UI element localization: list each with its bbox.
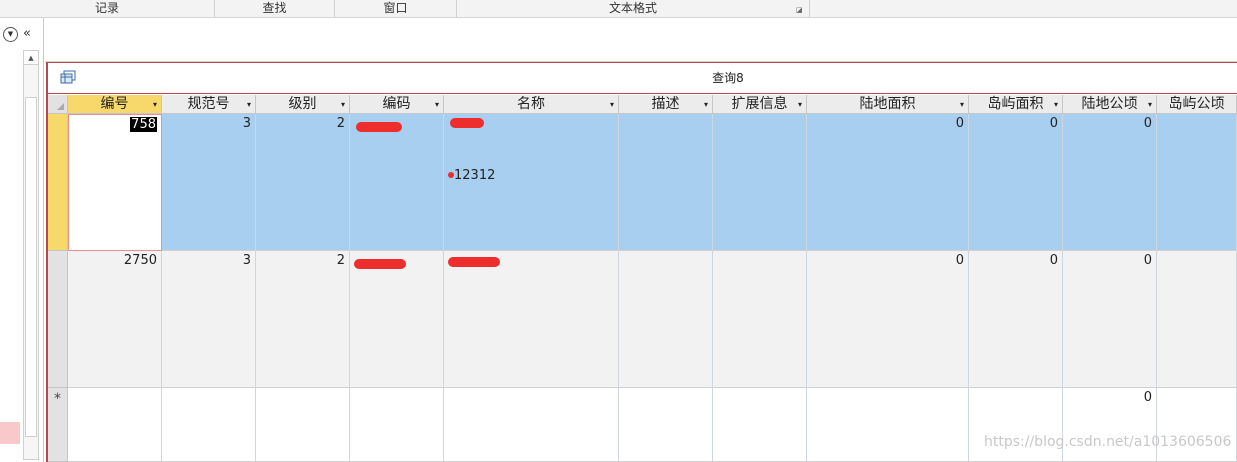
redaction-mark [354,259,406,269]
document-title: 查询8 [712,71,744,85]
column-header-label: 编码 [382,96,411,112]
cell-ludi-mianji[interactable]: 0 [807,114,969,251]
scroll-up-icon[interactable]: ▲ [24,51,38,65]
cell-guifanhao[interactable]: 3 [162,114,256,251]
cell-jibie[interactable] [256,388,350,462]
circle-chevron-down-icon[interactable]: ▼ [3,27,18,42]
column-header-daoyu-gongqing[interactable]: 岛屿公顷 [1157,95,1237,114]
cell-ludi-gongqing[interactable]: 0 [1063,251,1157,388]
redaction-mark [448,172,454,178]
cell-daoyu-gongqing[interactable] [1157,251,1237,388]
column-header-label: 陆地面积 [859,96,916,112]
column-header-label: 陆地公顷 [1081,96,1138,112]
cell-bianhao[interactable]: 2750 [68,251,162,388]
chevron-down-icon[interactable]: ▾ [341,96,345,114]
cell-bianhao[interactable]: 758 [68,114,162,251]
collapse-pane-icon[interactable]: « [23,26,31,41]
column-header-ludi-mianji[interactable]: 陆地面积 ▾ [807,95,969,114]
column-header-label: 描述 [651,96,680,112]
ribbon-group-find: 查找 [215,0,335,17]
new-record-selector[interactable]: * [48,388,68,462]
cell-ludi-mianji[interactable]: 0 [807,251,969,388]
cell-daoyu-mianji[interactable]: 0 [969,251,1063,388]
column-header-label: 名称 [517,96,545,112]
ribbon-group-records: 记录 [0,0,215,17]
redaction-mark [450,118,484,128]
cell-kuozhan[interactable] [713,114,807,251]
cell-daoyu-gongqing[interactable] [1157,114,1237,251]
cell-kuozhan[interactable] [713,251,807,388]
cell-mingcheng-second-line: 12312 [454,168,496,183]
cell-guifanhao[interactable]: 3 [162,251,256,388]
cell-bianhao[interactable] [68,388,162,462]
cell-value: 758 [130,117,157,132]
chevron-down-icon[interactable]: ▾ [1054,96,1058,114]
ribbon-group-window: 窗口 [335,0,457,17]
chevron-down-icon[interactable]: ▾ [247,96,251,114]
column-header-label: 扩展信息 [731,96,788,112]
column-header-jibie[interactable]: 级别 ▾ [256,95,350,114]
column-header-label: 规范号 [187,96,230,112]
column-header-label: 岛屿面积 [987,96,1044,112]
column-header-label: 岛屿公顷 [1168,96,1225,112]
column-header-guifanhao[interactable]: 规范号 ▾ [162,95,256,114]
watermark: https://blog.csdn.net/a1013606506 [984,434,1232,450]
cell-daoyu-mianji[interactable] [969,388,1063,462]
scroll-thumb[interactable] [25,97,37,437]
column-header-bianma[interactable]: 编码 ▾ [350,95,444,114]
chevron-down-icon[interactable]: ▾ [704,96,708,114]
column-header-label: 编号 [100,96,129,112]
cell-kuozhan[interactable] [713,388,807,462]
ribbon-group-bar: 记录 查找 窗口 文本格式 ◪ [0,0,1237,18]
row-selector[interactable] [48,114,68,251]
cell-bianma[interactable] [350,388,444,462]
cell-bianma[interactable] [350,114,444,251]
dialog-launcher-icon[interactable]: ◪ [796,6,804,14]
cell-jibie[interactable]: 2 [256,114,350,251]
chevron-down-icon[interactable]: ▾ [435,96,439,114]
select-all-corner[interactable] [48,95,68,114]
cell-ludi-mianji[interactable] [807,388,969,462]
cell-jibie[interactable]: 2 [256,251,350,388]
nav-scrollbar[interactable]: ▲ [23,50,39,460]
cell-mingcheng[interactable] [444,388,619,462]
cell-miaoshu[interactable] [619,114,713,251]
redaction-mark [448,257,500,267]
column-header-daoyu-mianji[interactable]: 岛屿面积 ▾ [969,95,1063,114]
column-header-miaoshu[interactable]: 描述 ▾ [619,95,713,114]
column-header-label: 级别 [288,96,317,112]
cell-miaoshu[interactable] [619,251,713,388]
cell-daoyu-mianji[interactable]: 0 [969,114,1063,251]
cell-miaoshu[interactable] [619,388,713,462]
document-tab-strip [45,18,1237,62]
ribbon-group-text-format: 文本格式 [457,0,810,17]
cell-bianma[interactable] [350,251,444,388]
chevron-down-icon[interactable]: ▾ [1148,96,1152,114]
chevron-down-icon[interactable]: ▾ [153,96,157,114]
chevron-down-icon[interactable]: ▾ [960,96,964,114]
document-header: 查询8 [48,63,1237,94]
row-selector[interactable] [48,251,68,388]
navigation-pane: ▼ « ▲ [0,18,44,462]
column-header-kuozhan[interactable]: 扩展信息 ▾ [713,95,807,114]
column-header-bianhao[interactable]: 编号 ▾ [68,95,162,114]
cell-daoyu-gongqing[interactable] [1157,388,1237,462]
redaction-mark [356,122,402,132]
cell-ludi-gongqing[interactable]: 0 [1063,114,1157,251]
chevron-down-icon[interactable]: ▾ [798,96,802,114]
column-header-mingcheng[interactable]: 名称 ▾ [444,95,619,114]
nav-highlight [0,422,20,444]
cell-ludi-gongqing[interactable]: 0 [1063,388,1157,462]
cell-guifanhao[interactable] [162,388,256,462]
column-header-ludi-gongqing[interactable]: 陆地公顷 ▾ [1063,95,1157,114]
datasheet-grid: 编号 ▾ 规范号 ▾ 级别 ▾ 编码 ▾ 名称 ▾ 描述 ▾ 扩展信息 ▾ 陆地面积 ▾ 岛屿面… [48,95,1237,462]
cell-mingcheng[interactable] [444,251,619,388]
chevron-down-icon[interactable]: ▾ [610,96,614,114]
